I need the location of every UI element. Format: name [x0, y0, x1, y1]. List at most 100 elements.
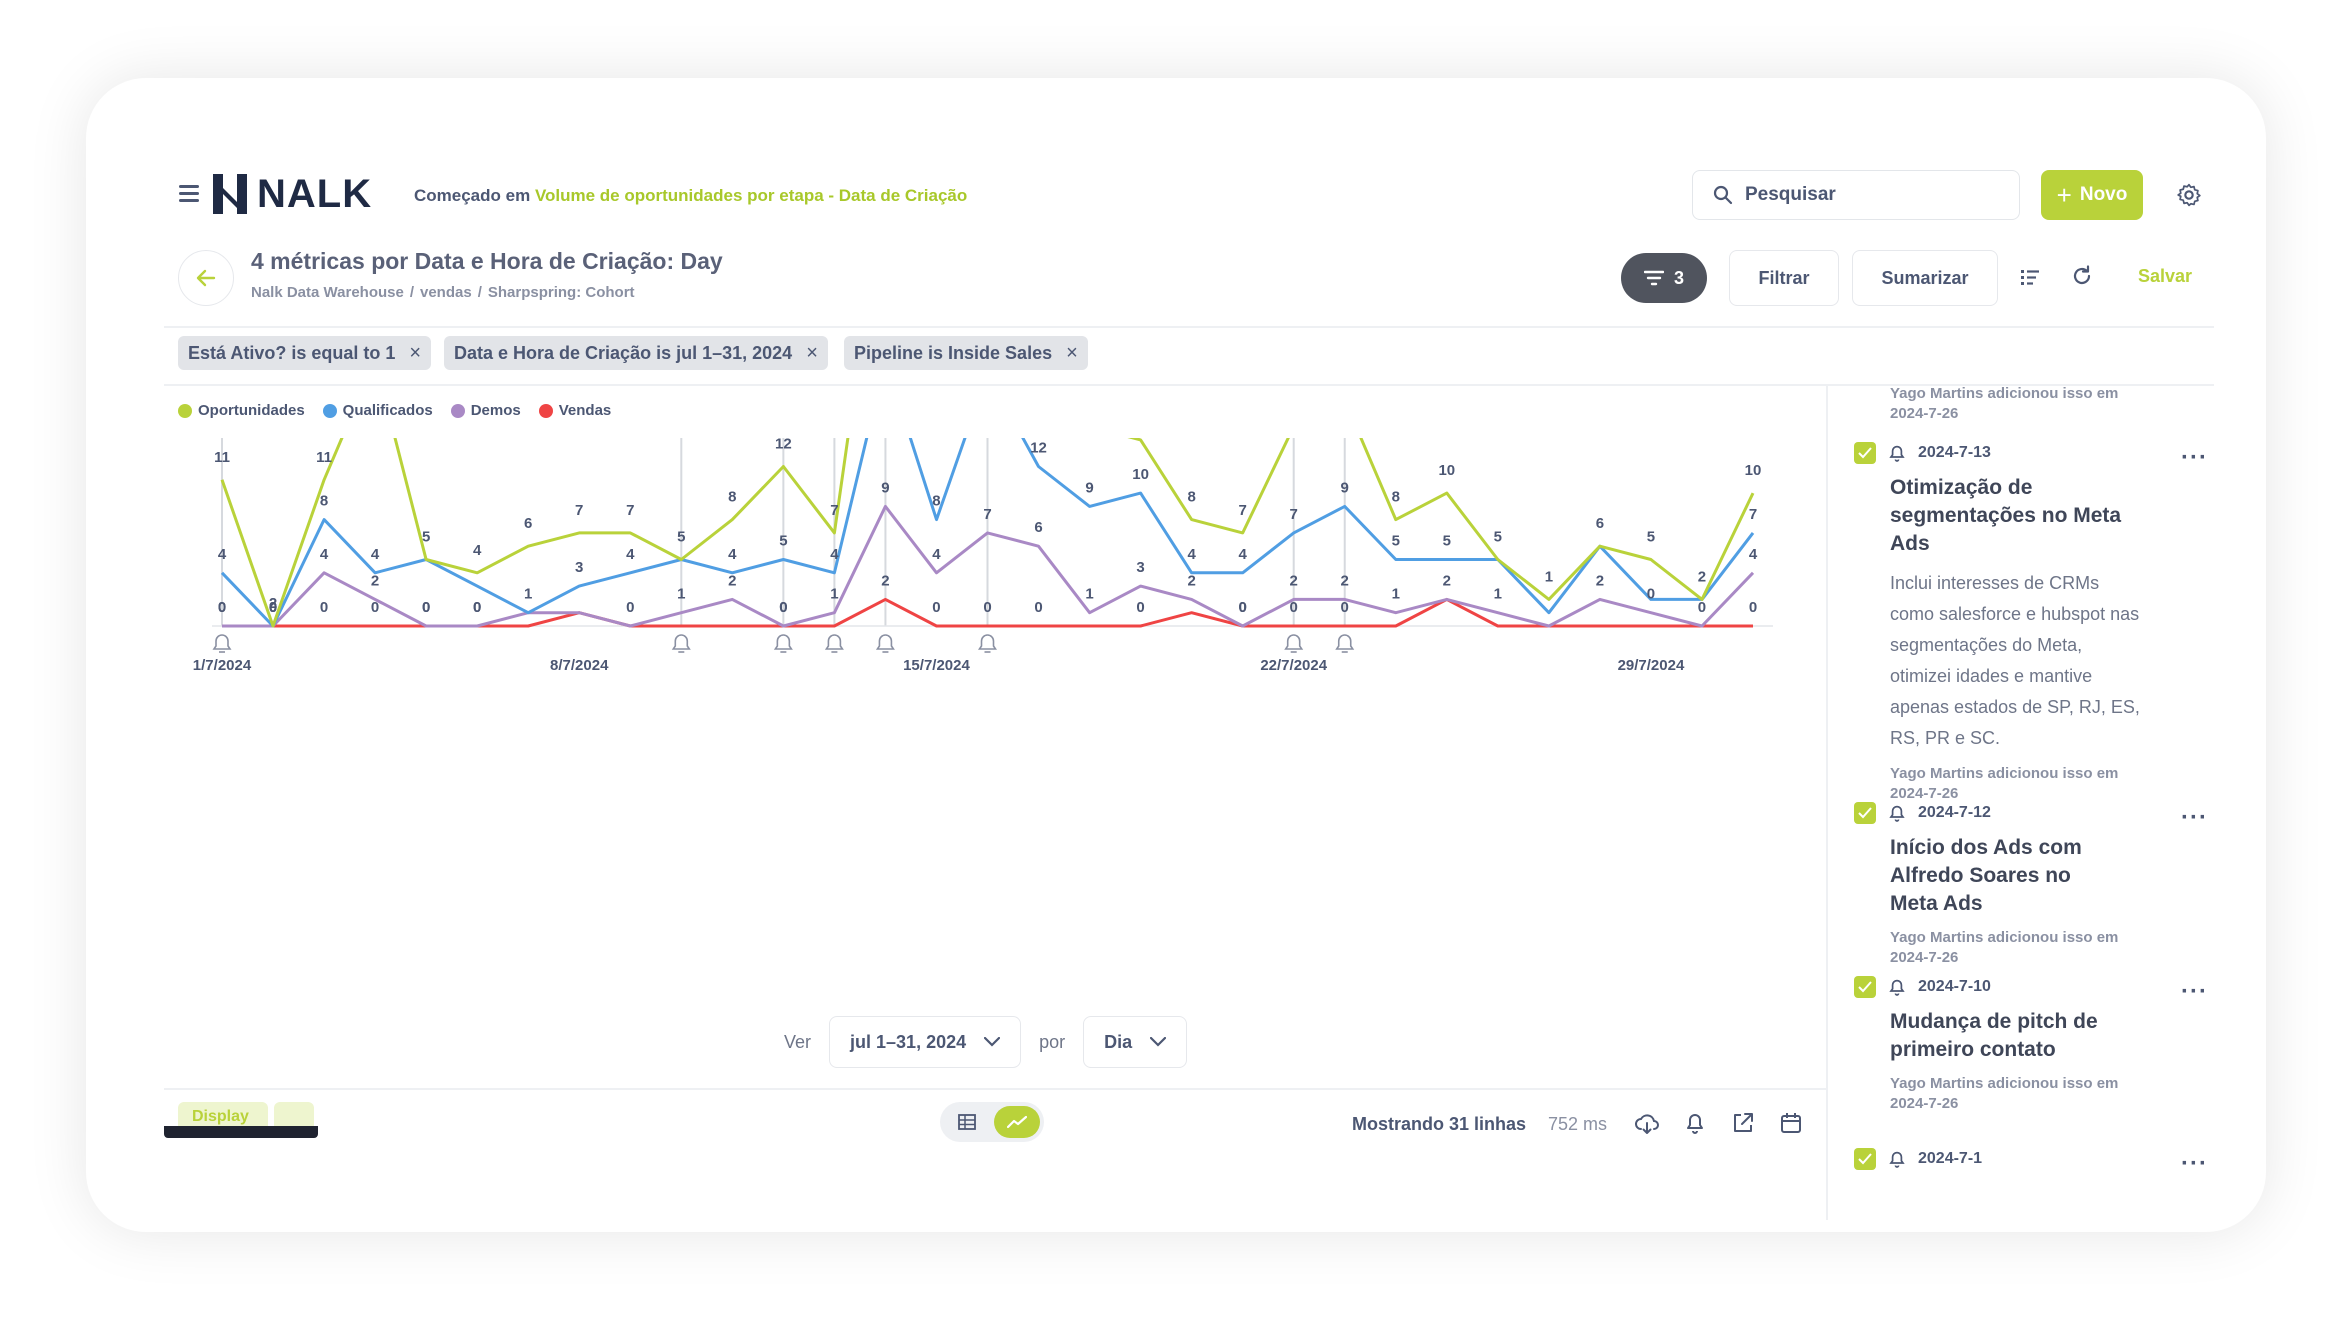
bell-icon[interactable] [1682, 1110, 1708, 1136]
data-label: 1 [677, 586, 685, 603]
breadcrumb-table[interactable]: Sharpspring: Cohort [488, 284, 635, 301]
data-label: 2 [1698, 568, 1706, 585]
timeline-event[interactable]: 2024-7-13 ··· Otimização de segmentações… [1854, 442, 2204, 804]
breadcrumb-db[interactable]: Nalk Data Warehouse [251, 284, 404, 301]
data-label: 8 [728, 489, 736, 506]
date-range-select[interactable]: jul 1–31, 2024 [829, 1016, 1022, 1068]
data-label: 8 [1187, 489, 1195, 506]
timeline-event[interactable]: 2024-7-1 ··· [1854, 1148, 2204, 1180]
data-label: 2 [728, 572, 736, 589]
granularity-select[interactable]: Dia [1083, 1016, 1188, 1068]
calendar-icon[interactable] [1778, 1110, 1804, 1136]
time-range-controls: Ver jul 1–31, 2024 por Dia [784, 1016, 1188, 1068]
breadcrumb-schema[interactable]: vendas [420, 284, 472, 301]
annotation-bell-icon [671, 634, 691, 650]
data-label: 4 [371, 546, 380, 563]
filter-chip-data[interactable]: Data e Hora de Criação is jul 1–31, 2024… [444, 336, 828, 370]
tooltip [164, 1126, 318, 1138]
data-label: 7 [830, 502, 838, 519]
gear-icon[interactable] [2176, 182, 2202, 208]
more-options-icon[interactable]: ··· [2181, 1150, 2204, 1178]
row-count: Mostrando 31 linhas [1352, 1114, 1527, 1134]
brand-logo[interactable]: NALK [211, 171, 372, 217]
data-label: 5 [1392, 533, 1400, 550]
legend-dot [450, 403, 465, 418]
data-label: 0 [1136, 599, 1144, 616]
data-label: 4 [1238, 546, 1247, 563]
data-label: 0 [371, 599, 379, 616]
menu-icon[interactable] [179, 185, 199, 202]
nalk-logo-icon [213, 174, 247, 214]
x-tick-label: 29/7/2024 [1618, 657, 1685, 674]
data-label: 8 [1392, 489, 1400, 506]
filter-icon [1643, 270, 1664, 286]
line-chart: 1121120546775812734162821151487151781051… [193, 438, 1773, 674]
data-label: 2 [1443, 572, 1451, 589]
data-label: 0 [422, 599, 430, 616]
check-icon [1858, 447, 1872, 459]
filter-count-toggle[interactable]: 3 [1621, 253, 1707, 303]
table-view-toggle[interactable] [944, 1106, 990, 1138]
refresh-icon[interactable] [2070, 264, 2094, 288]
search-input[interactable]: Pesquisar [1692, 170, 2020, 220]
timeline-event[interactable]: 2024-7-10 ··· Mudança de pitch de primei… [1854, 976, 2204, 1114]
annotation-bell-icon [212, 634, 232, 650]
timeline-sidebar: Yago Martins adicionou isso em 2024-7-26… [1844, 384, 2204, 1220]
plus-icon: + [2056, 179, 2072, 210]
granularity-value: Dia [1104, 1031, 1133, 1052]
summarize-button[interactable]: Sumarizar [1852, 250, 1998, 306]
data-label: 5 [779, 533, 787, 550]
data-label: 6 [1596, 515, 1604, 532]
back-button[interactable] [178, 250, 234, 306]
legend-item-oportunidades[interactable]: Oportunidades [178, 402, 305, 419]
x-tick-label: 15/7/2024 [903, 657, 970, 674]
footer-divider [164, 1088, 1826, 1090]
filter-chip-label: Está Ativo? is equal to 1 [188, 342, 396, 363]
event-author: Yago Martins adicionou isso em 2024-7-26 [1890, 764, 2150, 804]
event-checkbox[interactable] [1854, 1148, 1876, 1170]
chart-view-toggle[interactable] [994, 1106, 1040, 1138]
page-title: 4 métricas por Data e Hora de Criação: D… [251, 248, 723, 274]
legend-label: Vendas [558, 402, 612, 419]
data-label: 2 [1596, 572, 1604, 589]
bell-icon [1889, 445, 1905, 462]
app-window: NALK Começado em Volume de oportunidades… [86, 78, 2266, 1232]
save-button[interactable]: Salvar [2138, 266, 2192, 287]
more-options-icon[interactable]: ··· [2181, 804, 2204, 832]
event-date: 2024-7-1 [1918, 1150, 1983, 1167]
filter-chip-pipeline[interactable]: Pipeline is Inside Sales × [844, 336, 1088, 370]
close-icon[interactable]: × [1066, 342, 1078, 365]
filter-button[interactable]: Filtrar [1729, 250, 1839, 306]
data-label: 5 [1647, 529, 1655, 546]
data-label: 10 [1132, 466, 1149, 483]
event-checkbox[interactable] [1854, 976, 1876, 998]
view-toggle[interactable] [940, 1102, 1044, 1142]
data-label: 3 [1136, 559, 1144, 576]
started-link[interactable]: Volume de oportunidades por etapa - Data… [535, 186, 967, 205]
event-checkbox[interactable] [1854, 802, 1876, 824]
filter-chip-ativo[interactable]: Está Ativo? is equal to 1 × [178, 336, 432, 370]
x-tick-label: 22/7/2024 [1260, 657, 1327, 674]
timeline-event[interactable]: 2024-7-12 ··· Início dos Ads com Alfredo… [1854, 802, 2204, 968]
data-label: 8 [932, 493, 940, 510]
legend-label: Oportunidades [198, 402, 305, 419]
more-options-icon[interactable]: ··· [2181, 444, 2204, 472]
check-icon [1858, 981, 1872, 993]
data-label: 1 [1494, 586, 1502, 603]
close-icon[interactable]: × [806, 342, 818, 365]
bell-icon [1889, 1151, 1905, 1168]
legend-item-qualificados[interactable]: Qualificados [322, 402, 433, 419]
legend-item-vendas[interactable]: Vendas [538, 402, 612, 419]
event-checkbox[interactable] [1854, 442, 1876, 464]
por-label: por [1039, 1031, 1066, 1052]
download-icon[interactable] [1634, 1110, 1660, 1136]
share-icon[interactable] [1730, 1110, 1756, 1136]
notebook-icon[interactable] [2019, 266, 2041, 288]
more-options-icon[interactable]: ··· [2181, 978, 2204, 1006]
started-from: Começado em Volume de oportunidades por … [414, 186, 967, 206]
close-icon[interactable]: × [409, 342, 421, 365]
event-date: 2024-7-12 [1918, 804, 1991, 821]
legend-item-demos[interactable]: Demos [450, 402, 521, 419]
new-button[interactable]: + Novo [2041, 170, 2143, 220]
data-label: 4 [830, 546, 839, 563]
